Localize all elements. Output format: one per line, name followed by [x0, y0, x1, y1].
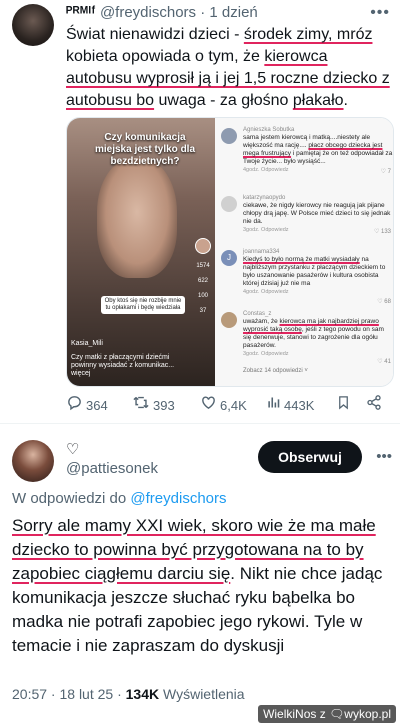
- video-sticker: Oby ktoś się nie rozbije mnie tu opłakam…: [101, 296, 185, 314]
- comment-text: Kiedyś to było normą że matki wysiadały …: [243, 256, 386, 287]
- tweet-actions: 364 393 6,4K 443K: [66, 394, 386, 416]
- author-handle[interactable]: @pattiesonek: [66, 460, 158, 477]
- reply-to-link[interactable]: @freydischors: [130, 490, 226, 507]
- rail-save-count: 100: [197, 293, 208, 299]
- views-icon: [266, 394, 281, 416]
- commenter-name: katarzynaopydo: [243, 195, 286, 201]
- video-person: [97, 158, 177, 278]
- comment-text: sama jestem kierowcą i matką....niestety…: [243, 134, 393, 165]
- comments-screenshot: Agnieszka Sobutka sama jestem kierowcą i…: [215, 118, 393, 386]
- author-name[interactable]: ᴾᴿᴹᴵᶠ: [66, 4, 96, 21]
- tweet-time[interactable]: · 1 dzień: [200, 4, 258, 21]
- author-handle[interactable]: @freydischors: [100, 4, 196, 21]
- commenter-avatar: [221, 128, 237, 144]
- tweet-text: Świat nienawidzi dzieci - środek zimy, m…: [66, 26, 390, 109]
- repost-button[interactable]: 393: [132, 394, 175, 416]
- commenter-avatar: [221, 196, 237, 212]
- comment-likes[interactable]: ♡ 133: [374, 228, 391, 235]
- author-name[interactable]: ♡: [66, 440, 79, 458]
- commenter-name: Constas_z: [243, 311, 272, 317]
- more-icon[interactable]: •••: [376, 448, 392, 465]
- tweet-media[interactable]: Czy komunikacja miejska jest tylko dla b…: [66, 117, 394, 387]
- comment-likes[interactable]: ♡ 7: [381, 168, 391, 175]
- tweet-header: ᴾᴿᴹᴵᶠ @freydischors · 1 dzień: [66, 4, 258, 21]
- share-icon: [366, 394, 382, 416]
- bookmark-icon: [336, 394, 351, 416]
- comment-likes[interactable]: ♡ 41: [377, 358, 391, 365]
- video-side-rail: 1574 622 100 37: [193, 238, 213, 323]
- video-title: Czy komunikacja miejska jest tylko dla b…: [94, 132, 196, 167]
- bookmark-button[interactable]: [336, 394, 351, 416]
- share-button[interactable]: [366, 394, 382, 416]
- comment-meta: 3godz. Odpowiedz: [243, 227, 289, 233]
- tweet-timestamp[interactable]: 20:57 · 18 lut 25 ·: [12, 686, 126, 702]
- video-username: Kasia_Mili: [71, 340, 103, 347]
- comment-text: uważam, że kierowca ma jak najbardziej p…: [243, 318, 384, 349]
- comment-text: ciekawe, że nigdy kierowcy nie reagują j…: [243, 202, 391, 225]
- reply-context: W odpowiedzi do @freydischors: [12, 490, 227, 507]
- repost-icon: [132, 394, 150, 416]
- reply-icon: [66, 394, 83, 416]
- like-count: 6,4K: [220, 397, 247, 413]
- comment-meta: 4godz. Odpowiedz: [243, 289, 289, 295]
- views-button[interactable]: 443K: [266, 394, 314, 416]
- tweet-text: Sorry ale mamy XXI wiek, skoro wie że ma…: [12, 516, 383, 655]
- tweet-meta: 20:57 · 18 lut 25 · 134K Wyświetlenia: [12, 686, 245, 702]
- repost-count: 393: [153, 397, 175, 413]
- commenter-avatar: [221, 312, 237, 328]
- rail-like-count: 1574: [196, 263, 210, 269]
- creator-avatar: [195, 238, 211, 254]
- rail-share-count: 37: [199, 308, 207, 314]
- avatar[interactable]: [12, 4, 54, 46]
- views-label: Wyświetlenia: [159, 686, 245, 702]
- commenter-name: joannama334: [243, 249, 280, 255]
- more-icon[interactable]: •••: [370, 4, 390, 22]
- like-icon: [200, 394, 217, 416]
- follow-button[interactable]: Obserwuj: [258, 441, 362, 473]
- divider: [0, 423, 400, 424]
- quoted-tweet: ᴾᴿᴹᴵᶠ @freydischors · 1 dzień ••• Świat …: [0, 0, 400, 425]
- commenter-name: Agnieszka Sobutka: [243, 127, 295, 133]
- comment-meta: 3godz. Odpowiedz: [243, 351, 289, 357]
- commenter-avatar: J: [221, 250, 237, 266]
- avatar[interactable]: [12, 440, 54, 482]
- watermark: WielkiNos z 🗨wykop.pl: [258, 705, 396, 723]
- reply-count: 364: [86, 397, 108, 413]
- view-more-replies[interactable]: Zobacz 14 odpowiedzi ˅: [243, 368, 308, 374]
- rail-comment-count: 622: [197, 278, 208, 284]
- like-button[interactable]: 6,4K: [200, 394, 247, 416]
- reply-button[interactable]: 364: [66, 394, 108, 416]
- views-count: 443K: [284, 397, 315, 413]
- comment-meta: 4godz. Odpowiedz: [243, 167, 289, 173]
- video-caption: Czy matki z płaczącymi dziećmi powinny w…: [71, 354, 175, 377]
- video-screenshot[interactable]: Czy komunikacja miejska jest tylko dla b…: [67, 118, 215, 386]
- views-count: 134K: [125, 686, 160, 702]
- comment-likes[interactable]: ♡ 68: [377, 298, 391, 305]
